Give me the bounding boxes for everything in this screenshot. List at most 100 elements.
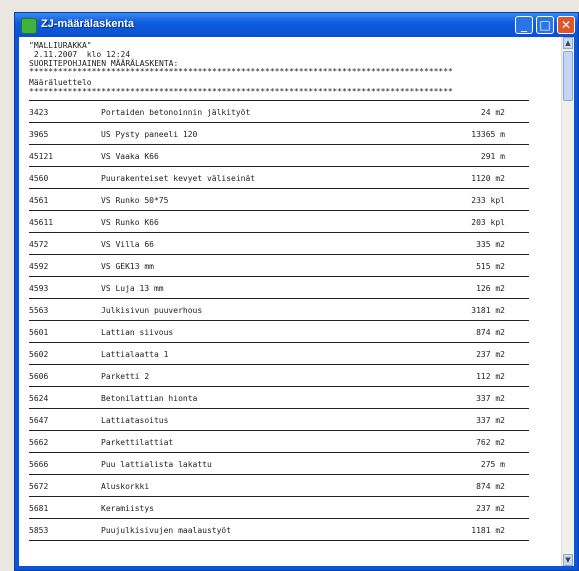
app-window: ZJ-määrälaskenta _ □ ✕ "MALLIURAKKA" 2.1… [14,12,579,571]
row-name: Puujulkisivujen maalaustyöt [101,526,232,535]
close-button[interactable]: ✕ [557,16,575,34]
row-name: Portaiden betonoinnin jälkityöt [101,108,251,117]
row-quantity: 874 m2 [476,328,505,337]
row-code: 5681 [29,504,49,513]
row-quantity: 126 m2 [476,284,505,293]
report-date: 2.11.2007 klo 12:24 [29,50,131,59]
row-quantity: 24 m2 [480,108,505,117]
row-code: 3965 [29,130,49,139]
row-name: Keramiistys [101,504,154,513]
section-separator-stars: ****************************************… [29,88,453,96]
row-name: Julkisivun puuverhous [101,306,203,315]
table-row: 4561 VS Runko 50*75 233 kpl [29,189,529,211]
scroll-up-icon[interactable]: ▲ [563,37,573,49]
app-icon [21,18,37,34]
window-title: ZJ-määrälaskenta [41,18,134,30]
row-quantity: 233 kpl [471,196,505,205]
row-name: Puurakenteiset kevyet väliseinät [101,174,256,183]
row-code: 5601 [29,328,49,337]
row-code: 5666 [29,460,49,469]
row-code: 3423 [29,108,49,117]
row-quantity: 203 kpl [471,218,505,227]
row-quantity: 874 m2 [476,482,505,491]
row-name: VS Villa 66 [101,240,154,249]
row-code: 4561 [29,196,49,205]
row-code: 5672 [29,482,49,491]
row-quantity: 1181 m2 [471,526,505,535]
row-name: Puu lattialista lakattu [101,460,212,469]
row-quantity: 1120 m2 [471,174,505,183]
row-name: VS Runko K66 [101,218,159,227]
table-row: 3423 Portaiden betonoinnin jälkityöt 24 m2 [29,101,529,123]
row-name: Lattiatasoitus [101,416,169,425]
row-code: 5602 [29,350,49,359]
table-row: 5672 Aluskorkki 874 m2 [29,475,529,497]
row-quantity: 515 m2 [476,262,505,271]
report-area: "MALLIURAKKA" 2.11.2007 klo 12:24 SUORIT… [19,37,574,566]
row-code: 4593 [29,284,49,293]
row-code: 4572 [29,240,49,249]
scroll-down-icon[interactable]: ▼ [563,554,573,566]
section-title: Määräluettelo [29,78,92,87]
report-heading: SUORITEPOHJAINEN MÄÄRÄLASKENTA: [29,59,179,68]
table-row: 3965 US Pysty paneeli 120 13365 m [29,123,529,145]
table-row: 5602 Lattialaatta 1 237 m2 [29,343,529,365]
row-quantity: 335 m2 [476,240,505,249]
row-code: 5647 [29,416,49,425]
row-quantity: 3181 m2 [471,306,505,315]
report-name: "MALLIURAKKA" [29,41,92,50]
row-name: VS Runko 50*75 [101,196,169,205]
table-row: 5624 Betonilattian hionta 337 m2 [29,387,529,409]
table-row: 4593 VS Luja 13 mm 126 m2 [29,277,529,299]
table-row: 4560 Puurakenteiset kevyet väliseinät 1120… [29,167,529,189]
row-name: Lattialaatta 1 [101,350,169,359]
table-row: 5606 Parketti 2 112 m2 [29,365,529,387]
minimize-icon: _ [521,18,527,32]
report-content[interactable]: "MALLIURAKKA" 2.11.2007 klo 12:24 SUORIT… [19,37,562,566]
table-row: 4592 VS GEK13 mm 515 m2 [29,255,529,277]
row-quantity: 237 m2 [476,504,505,513]
row-quantity: 337 m2 [476,416,505,425]
row-name: Lattian siivous [101,328,174,337]
table-row: 5853 Puujulkisivujen maalaustyöt 1181 m2 [29,519,529,541]
row-quantity: 762 m2 [476,438,505,447]
maximize-icon: □ [539,18,551,32]
title-bar[interactable]: ZJ-määrälaskenta _ □ ✕ [15,13,578,37]
close-icon: ✕ [560,18,572,32]
row-name: Betonilattian hionta [101,394,198,403]
row-quantity: 112 m2 [476,372,505,381]
row-name: VS Vaaka K66 [101,152,159,161]
separator-stars: ****************************************… [29,68,453,76]
table-row: 5666 Puu lattialista lakattu 275 m [29,453,529,475]
row-code: 5624 [29,394,49,403]
row-code: 45121 [29,152,54,161]
row-quantity: 275 m [480,460,505,469]
quantity-table: 3423 Portaiden betonoinnin jälkityöt 24 m2… [29,101,562,541]
vertical-scrollbar[interactable]: ▲ ▼ [561,37,574,566]
row-name: VS Luja 13 mm [101,284,164,293]
row-code: 5563 [29,306,49,315]
row-name: US Pysty paneeli 120 [101,130,198,139]
table-row: 4572 VS Villa 66 335 m2 [29,233,529,255]
row-quantity: 291 m [480,152,505,161]
maximize-button[interactable]: □ [536,16,554,34]
row-name: Parkettilattiat [101,438,174,447]
scroll-thumb[interactable] [563,51,573,101]
row-quantity: 13365 m [471,130,505,139]
row-code: 45611 [29,218,54,227]
table-row: 45121 VS Vaaka K66 291 m [29,145,529,167]
row-code: 5662 [29,438,49,447]
table-row: 45611 VS Runko K66 203 kpl [29,211,529,233]
row-quantity: 237 m2 [476,350,505,359]
row-code: 5853 [29,526,49,535]
table-row: 5647 Lattiatasoitus 337 m2 [29,409,529,431]
row-code: 5606 [29,372,49,381]
row-name: VS GEK13 mm [101,262,154,271]
minimize-button[interactable]: _ [515,16,533,34]
row-code: 4560 [29,174,49,183]
table-row: 5662 Parkettilattiat 762 m2 [29,431,529,453]
row-name: Parketti 2 [101,372,150,381]
row-name: Aluskorkki [101,482,150,491]
table-row: 5681 Keramiistys 237 m2 [29,497,529,519]
row-code: 4592 [29,262,49,271]
